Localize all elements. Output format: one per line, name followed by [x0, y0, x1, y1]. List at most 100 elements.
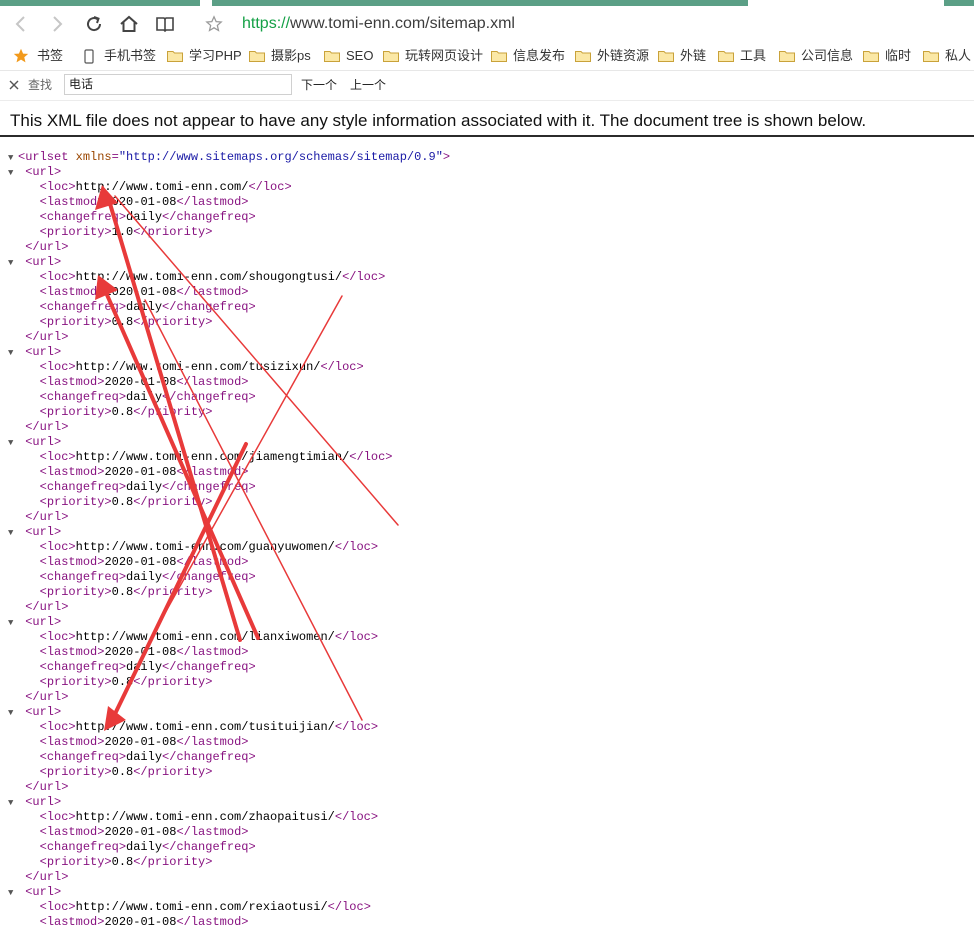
- bookmark-item[interactable]: 信息发布: [491, 46, 565, 66]
- bookmark-item[interactable]: 公司信息: [779, 46, 853, 66]
- tag-name: changefreq: [176, 210, 249, 224]
- find-input[interactable]: 电话: [64, 74, 292, 95]
- tag-bracket: >: [54, 795, 62, 809]
- bookmark-item[interactable]: 外链: [658, 46, 706, 66]
- bookmark-item[interactable]: SEO: [324, 46, 373, 66]
- url-loc-line: <loc>http://www.tomi-enn.com/tusituijian…: [8, 720, 450, 735]
- url-priority-value: 0.8: [111, 675, 134, 689]
- tag-bracket: <: [39, 465, 47, 479]
- home-button[interactable]: [114, 9, 144, 39]
- bookmark-item[interactable]: 书签: [13, 46, 63, 66]
- collapse-toggle-icon[interactable]: ▼: [8, 256, 18, 271]
- url-protocol: https://: [242, 15, 291, 32]
- tag-bracket: >: [104, 585, 112, 599]
- tag-name: priority: [46, 405, 105, 419]
- tag-name: url: [32, 885, 55, 899]
- tag-bracket: </: [25, 240, 40, 254]
- forward-button[interactable]: [42, 9, 72, 39]
- folder-icon: [779, 51, 795, 62]
- folder-icon: [383, 51, 399, 62]
- collapse-toggle-icon[interactable]: ▼: [8, 346, 18, 361]
- tag-name: changefreq: [176, 750, 249, 764]
- reader-mode-button[interactable]: [150, 9, 180, 39]
- bookmark-item[interactable]: 摄影ps: [249, 46, 311, 66]
- tag-name: url: [39, 510, 62, 524]
- bookmark-item[interactable]: 玩转网页设计: [383, 46, 483, 66]
- url-open-line: ▼ <url>: [8, 345, 450, 360]
- tag-bracket: </: [133, 315, 148, 329]
- collapse-toggle-icon[interactable]: ▼: [8, 796, 18, 811]
- collapse-toggle-icon[interactable]: ▼: [8, 526, 18, 541]
- tag-name: priority: [147, 765, 206, 779]
- tag-bracket: </: [334, 810, 350, 824]
- close-icon[interactable]: [6, 77, 22, 93]
- collapse-toggle-icon[interactable]: ▼: [8, 886, 18, 901]
- collapse-toggle-icon[interactable]: ▼: [8, 166, 18, 181]
- find-prev-button[interactable]: 上一个: [350, 77, 386, 93]
- bookmark-label: 学习PHP: [189, 48, 242, 63]
- tag-bracket: </: [320, 360, 335, 374]
- tag-name: url: [32, 705, 55, 719]
- tag-bracket: </: [176, 375, 191, 389]
- tag-name: changefreq: [46, 480, 119, 494]
- tag-bracket: >: [241, 735, 249, 749]
- tag-bracket: >: [248, 840, 256, 854]
- notice-divider: [0, 135, 974, 137]
- bookmark-item[interactable]: 临时: [863, 46, 911, 66]
- back-button[interactable]: [6, 9, 36, 39]
- tag-bracket: <: [39, 900, 47, 914]
- url-changefreq-value: daily: [126, 840, 163, 854]
- url-changefreq-value: daily: [126, 210, 163, 224]
- chevron-left-icon: [15, 16, 25, 32]
- tag-bracket: >: [104, 765, 112, 779]
- address-bar[interactable]: https://www.tomi-enn.com/sitemap.xml: [242, 14, 515, 34]
- url-close-line: </url>: [8, 330, 450, 345]
- url-priority-line: <priority>0.8</priority>: [8, 315, 450, 330]
- folder-icon: [167, 51, 183, 62]
- tag-bracket: </: [176, 735, 191, 749]
- url-changefreq-line: <changefreq>daily</changefreq>: [8, 300, 450, 315]
- tag-bracket: >: [118, 480, 127, 494]
- url-loc-value: http://www.tomi-enn.com/zhaopaitusi/: [75, 810, 335, 824]
- bookmark-item[interactable]: 工具: [718, 46, 766, 66]
- tag-name: priority: [147, 315, 206, 329]
- tag-bracket: </: [176, 825, 191, 839]
- tag-bracket: >: [205, 855, 213, 869]
- tag-bracket: >: [104, 675, 112, 689]
- url-open-line: ▼ <url>: [8, 525, 450, 540]
- url-close-line: </url>: [8, 690, 450, 705]
- bookmark-item[interactable]: 外链资源: [575, 46, 649, 66]
- favorite-button[interactable]: [199, 9, 229, 39]
- tag-name: loc: [334, 360, 357, 374]
- tag-bracket: >: [68, 540, 76, 554]
- url-lastmod-value: 2020-01-08: [104, 555, 177, 569]
- tag-bracket: <: [39, 390, 47, 404]
- tag-bracket: <: [39, 180, 47, 194]
- tag-name: priority: [46, 585, 105, 599]
- collapse-toggle-icon[interactable]: ▼: [8, 436, 18, 451]
- xml-style-notice: This XML file does not appear to have an…: [10, 111, 867, 130]
- reload-button[interactable]: [79, 9, 109, 39]
- bookmark-item[interactable]: 私人: [923, 46, 971, 66]
- tag-bracket: >: [54, 615, 62, 629]
- url-priority-line: <priority>0.8</priority>: [8, 675, 450, 690]
- tag-name: url: [32, 165, 55, 179]
- tag-bracket: <: [39, 270, 47, 284]
- tag-bracket: >: [241, 645, 249, 659]
- tag-bracket: >: [54, 525, 62, 539]
- tag-name: lastmod: [190, 195, 242, 209]
- collapse-toggle-icon[interactable]: ▼: [8, 706, 18, 721]
- tag-name: loc: [46, 900, 69, 914]
- tag-bracket: >: [118, 570, 127, 584]
- home-icon: [120, 15, 138, 32]
- bookmark-item[interactable]: 学习PHP: [167, 46, 242, 66]
- tag-name: priority: [147, 855, 206, 869]
- bookmark-item[interactable]: 手机书签: [84, 46, 156, 66]
- folder-icon: [718, 51, 734, 62]
- tag-bracket: <: [39, 570, 47, 584]
- tag-bracket: </: [334, 720, 350, 734]
- collapse-toggle-icon[interactable]: ▼: [8, 616, 18, 631]
- find-next-button[interactable]: 下一个: [301, 77, 337, 93]
- tag-bracket: >: [54, 345, 62, 359]
- collapse-toggle-icon[interactable]: ▼: [8, 151, 18, 166]
